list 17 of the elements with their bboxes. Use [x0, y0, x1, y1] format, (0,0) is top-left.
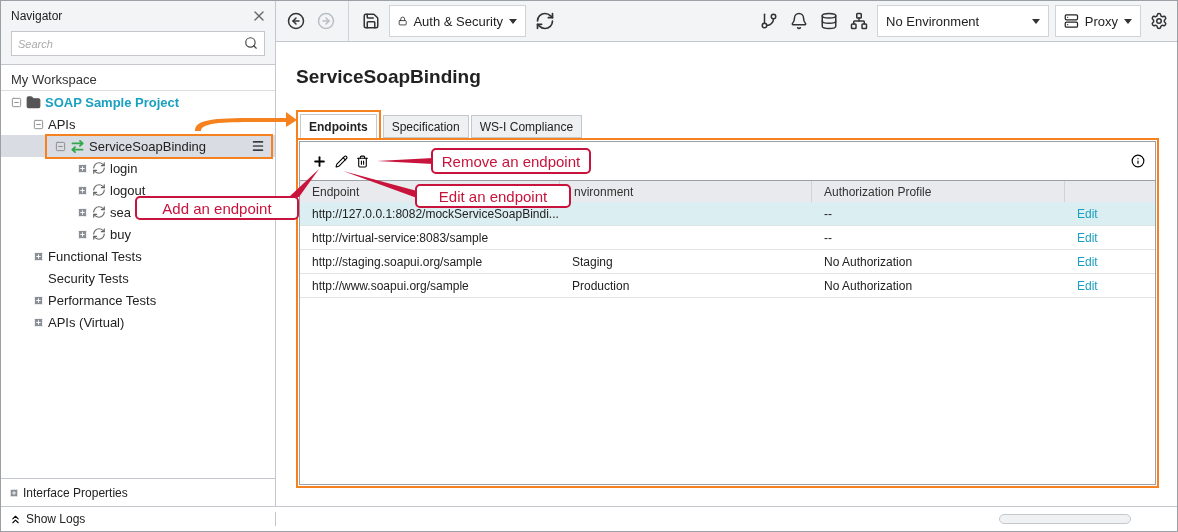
table-cell-text: Staging: [571, 254, 614, 269]
workspace-label: My Workspace: [1, 69, 275, 91]
page-title: ServiceSoapBinding: [296, 66, 482, 88]
table-cell-text: --: [823, 230, 833, 245]
callout-tooltip: Add an endpoint: [135, 196, 299, 220]
panel-title: Navigator: [11, 9, 63, 23]
callout-tooltip: Edit an endpoint: [415, 184, 571, 208]
table-cell-text: Production: [571, 278, 631, 293]
table-cell-text: http://www.soapui.org/sample: [311, 278, 470, 293]
table-cell-text: http://staging.soapui.org/sample: [311, 254, 484, 269]
table-cell-text: http://virtual-service:8083/sample: [311, 230, 490, 245]
table-cell-text: --: [823, 206, 833, 221]
table-cell-text: No Authorization: [823, 254, 914, 269]
highlight-frame: ServiceSoapBinding: [45, 133, 273, 159]
callout-tooltip: Remove an endpoint: [431, 148, 591, 174]
table-cell-text: http://127.0.0.1:8082/mockServiceSoapBindi...: [311, 206, 560, 221]
table-cell-text: No Authorization: [823, 278, 914, 293]
